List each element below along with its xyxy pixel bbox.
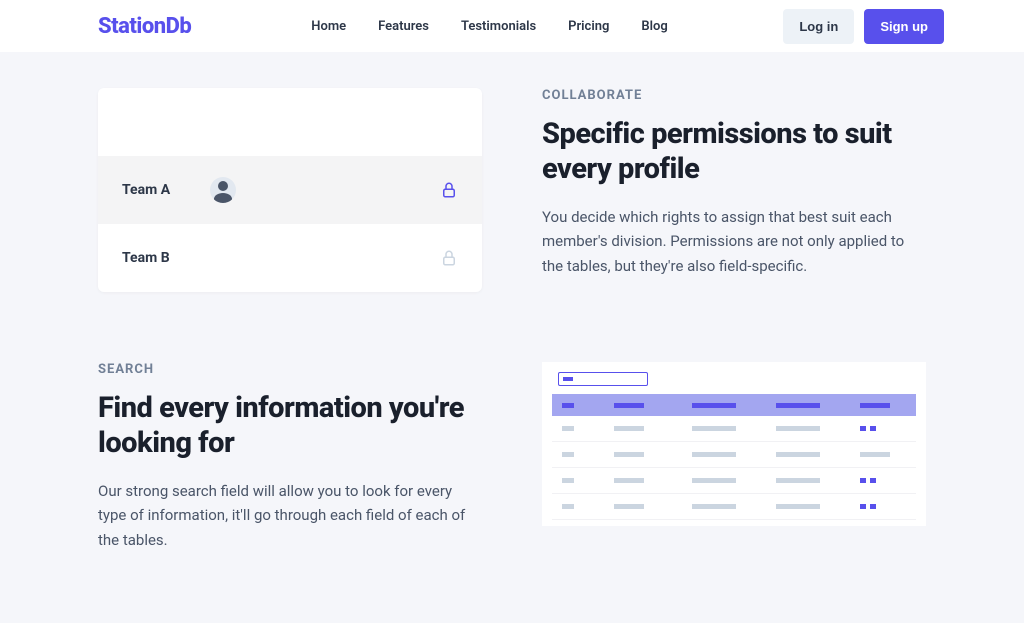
search-section: SEARCH Find every information you're loo… xyxy=(98,362,926,553)
collaborate-visual: Team A Team B xyxy=(98,88,482,292)
mock-table-row xyxy=(552,468,916,494)
section-body: Our strong search field will allow you t… xyxy=(98,479,482,553)
collaborate-text: COLLABORATE Specific permissions to suit… xyxy=(542,88,926,292)
search-mock xyxy=(542,362,926,526)
team-avatars xyxy=(210,177,236,203)
nav-home[interactable]: Home xyxy=(311,19,346,34)
search-bar-mock xyxy=(558,372,648,386)
signup-button[interactable]: Sign up xyxy=(864,9,944,44)
team-label: Team A xyxy=(122,182,210,198)
nav-testimonials[interactable]: Testimonials xyxy=(461,19,536,34)
search-text: SEARCH Find every information you're loo… xyxy=(98,362,482,553)
brand-logo: StationDb xyxy=(98,14,191,39)
section-headline: Specific permissions to suit every profi… xyxy=(542,117,926,187)
mock-table-row xyxy=(552,442,916,468)
nav-blog[interactable]: Blog xyxy=(641,19,667,34)
team-row-b: Team B xyxy=(98,224,482,292)
section-eyebrow: COLLABORATE xyxy=(542,88,926,103)
search-visual xyxy=(542,362,926,553)
mock-table-header xyxy=(552,394,916,416)
login-button[interactable]: Log in xyxy=(783,9,854,44)
nav-pricing[interactable]: Pricing xyxy=(568,19,609,34)
team-row-empty xyxy=(98,88,482,156)
lock-icon xyxy=(440,181,458,199)
page-content: Team A Team B COLLABORATE Spe xyxy=(0,52,1024,553)
avatar-icon xyxy=(210,177,236,203)
header-actions: Log in Sign up xyxy=(783,9,944,44)
primary-nav: Home Features Testimonials Pricing Blog xyxy=(311,19,667,34)
section-body: You decide which rights to assign that b… xyxy=(542,205,926,279)
section-eyebrow: SEARCH xyxy=(98,362,482,377)
site-header: StationDb Home Features Testimonials Pri… xyxy=(0,0,1024,52)
team-card: Team A Team B xyxy=(98,88,482,292)
mock-table-row xyxy=(552,494,916,520)
collaborate-section: Team A Team B COLLABORATE Spe xyxy=(98,88,926,292)
team-label: Team B xyxy=(122,250,210,266)
section-headline: Find every information you're looking fo… xyxy=(98,391,482,461)
team-row-a: Team A xyxy=(98,156,482,224)
lock-icon xyxy=(440,249,458,267)
nav-features[interactable]: Features xyxy=(378,19,429,34)
mock-table-row xyxy=(552,416,916,442)
